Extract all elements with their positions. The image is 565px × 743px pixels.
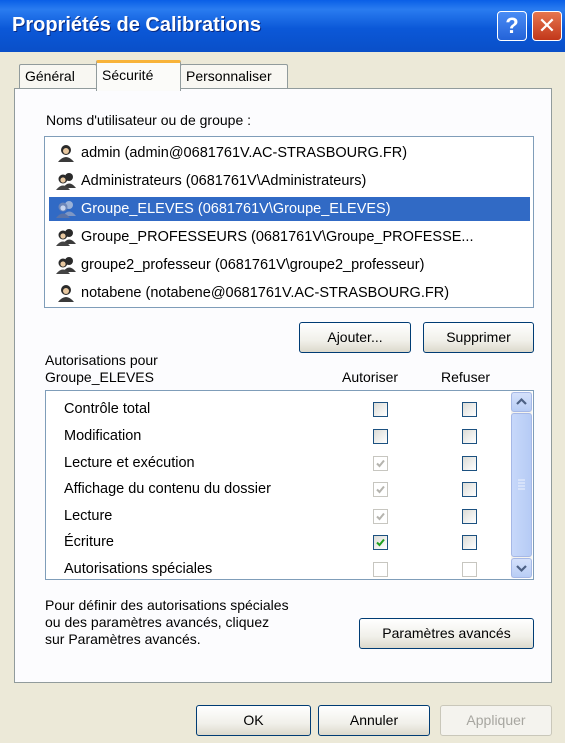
group-icon (56, 257, 76, 274)
permission-name: Modification (64, 428, 142, 444)
users-list[interactable]: admin (admin@0681761V.AC-STRASBOURG.FR) … (44, 136, 534, 308)
tab-label: Personnaliser (186, 68, 272, 84)
scroll-down-button[interactable] (511, 558, 532, 578)
permission-name: Écriture (64, 534, 114, 550)
check-icon (376, 459, 385, 468)
permissions-label: Autorisations pour (45, 352, 158, 368)
tab-label: Sécurité (102, 67, 154, 83)
deny-checkbox[interactable] (462, 456, 477, 471)
allow-checkbox[interactable] (373, 429, 388, 444)
permission-name: Affichage du contenu du dossier (64, 481, 271, 497)
deny-checkbox (462, 562, 477, 577)
add-button[interactable]: Ajouter... (299, 322, 411, 353)
chevron-up-icon (516, 397, 527, 405)
allow-checkbox (373, 562, 388, 577)
deny-header: Refuser (441, 369, 491, 385)
allow-checkbox (373, 509, 388, 524)
ok-button[interactable]: OK (196, 705, 311, 736)
deny-checkbox[interactable] (462, 429, 477, 444)
user-name: Administrateurs (0681761V\Administrateur… (81, 173, 367, 189)
tab-general[interactable]: Général (19, 64, 97, 89)
user-icon (58, 285, 74, 302)
allow-checkbox (373, 456, 388, 471)
group-icon (56, 229, 76, 246)
allow-checkbox[interactable] (373, 402, 388, 417)
apply-button: Appliquer (440, 705, 552, 736)
allow-header: Autoriser (342, 369, 399, 385)
users-label: Noms d'utilisateur ou de groupe : (46, 112, 252, 128)
check-icon (376, 512, 385, 521)
allow-checkbox[interactable] (373, 535, 388, 550)
user-name: groupe2_professeur (0681761V\groupe2_pro… (81, 257, 425, 273)
user-name: admin (admin@0681761V.AC-STRASBOURG.FR) (81, 145, 408, 161)
help-icon[interactable]: ? (497, 11, 527, 41)
user-icon (58, 145, 74, 162)
advanced-help-text: ou des paramètres avancés, cliquez (45, 614, 270, 630)
list-item[interactable]: notabene (notabene@0681761V.AC-STRASBOUR… (49, 281, 530, 305)
deny-checkbox[interactable] (462, 482, 477, 497)
advanced-settings-button[interactable]: Paramètres avancés (359, 618, 534, 649)
window-title: Propriétés de Calibrations (12, 14, 261, 36)
close-icon[interactable]: ✕ (532, 11, 562, 41)
scroll-up-button[interactable] (511, 392, 532, 412)
user-name: Groupe_ELEVES (0681761V\Groupe_ELEVES) (81, 201, 391, 217)
permission-name: Contrôle total (64, 401, 151, 417)
permissions-list: Contrôle total Modification Lecture et e… (45, 390, 534, 580)
list-item[interactable]: Groupe_PROFESSEURS (0681761V\Groupe_PROF… (49, 225, 530, 249)
permission-name: Lecture et exécution (64, 455, 195, 471)
chevron-down-icon (516, 565, 527, 573)
group-icon (56, 173, 76, 190)
advanced-help-text: sur Paramètres avancés. (45, 631, 201, 647)
deny-checkbox[interactable] (462, 509, 477, 524)
permissions-group-name: Groupe_ELEVES (45, 369, 154, 385)
user-name: Groupe_PROFESSEURS (0681761V\Groupe_PROF… (81, 229, 474, 245)
remove-button[interactable]: Supprimer (423, 322, 534, 353)
group-icon (56, 201, 76, 218)
tab-personnaliser[interactable]: Personnaliser (180, 64, 288, 89)
tab-securite[interactable]: Sécurité (96, 60, 181, 91)
tab-label: Général (25, 68, 75, 84)
deny-checkbox[interactable] (462, 535, 477, 550)
permissions-scrollbar[interactable] (511, 392, 532, 578)
deny-checkbox[interactable] (462, 402, 477, 417)
scroll-thumb[interactable] (511, 413, 532, 557)
list-item[interactable]: Groupe_ELEVES (0681761V\Groupe_ELEVES) (49, 197, 530, 221)
permission-name: Autorisations spéciales (64, 561, 213, 577)
list-item[interactable]: groupe2_professeur (0681761V\groupe2_pro… (49, 253, 530, 277)
list-item[interactable]: admin (admin@0681761V.AC-STRASBOURG.FR) (49, 141, 530, 165)
allow-checkbox (373, 482, 388, 497)
grip-icon (518, 479, 525, 490)
list-item[interactable]: Administrateurs (0681761V\Administrateur… (49, 169, 530, 193)
cancel-button[interactable]: Annuler (318, 705, 430, 736)
permission-name: Lecture (64, 508, 113, 524)
advanced-help-text: Pour définir des autorisations spéciales (45, 597, 289, 613)
check-icon (376, 485, 385, 494)
check-icon (376, 538, 385, 547)
user-name: notabene (notabene@0681761V.AC-STRASBOUR… (81, 285, 450, 301)
title-bar: Propriétés de Calibrations ? ✕ (0, 0, 565, 52)
